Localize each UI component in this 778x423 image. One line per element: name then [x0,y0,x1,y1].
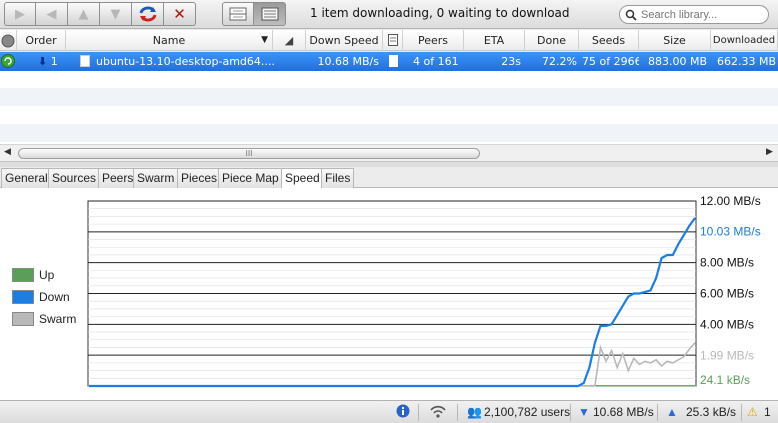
torrent-table-header: Order Name ▼ ◢ Down Speed Peers ETA Done… [0,30,778,51]
wifi-icon[interactable] [430,404,446,421]
current-value-label-up: 24.1 kB/s [700,373,750,387]
sort-desc-icon: ▼ [261,35,268,45]
search-icon [625,9,637,21]
refresh-button[interactable] [132,2,164,26]
tab-peers[interactable]: Peers [98,168,138,188]
downloaded-cell: 662.33 MB [716,55,776,68]
status-header-icon [1,34,15,48]
list-view-icon [261,7,278,21]
scroll-right-icon[interactable]: ▶ [766,147,773,157]
move-up-button[interactable]: ▲ [68,2,100,26]
empty-row [0,88,778,106]
downloading-status-icon [1,54,15,68]
panel-view-icon [229,7,247,21]
tab-speed[interactable]: Speed [281,168,324,189]
play-icon: ▶ [15,6,25,22]
downloaded-column-header[interactable]: Downloaded [711,30,778,51]
eta-column-header[interactable]: ETA [464,30,525,51]
label-column-header[interactable] [383,30,403,51]
done-column-header[interactable]: Done [525,30,579,51]
speed-chart: 12.00 MB/s 8.00 MB/s 6.00 MB/s 4.00 MB/s 10.… [87,194,761,388]
empty-row [0,124,778,142]
tab-piece-map[interactable]: Piece Map [218,168,283,188]
y-tick-label: 6.00 MB/s [700,287,754,301]
peers-column-header[interactable]: Peers [403,30,464,51]
tab-swarm[interactable]: Swarm [133,168,179,188]
scroll-thumb-grip: III [245,149,253,158]
name-header-label: Name [152,34,186,47]
status-bar: 👥 2,100,782 users ▼ 10.68 MB/s ▲ 25.3 kB… [0,400,778,423]
users-icon: 👥 [467,405,482,419]
upload-speed-status: 25.3 kB/s [686,405,737,419]
search-box[interactable] [619,5,769,24]
tab-general[interactable]: General [1,168,52,188]
info-icon[interactable] [396,404,410,421]
tab-sources[interactable]: Sources [48,168,101,188]
alert-count: 1 [764,405,771,419]
eta-cell: 23s [501,55,521,68]
size-cell: 883.00 MB [647,55,707,68]
download-speed-icon: ▼ [578,405,590,419]
search-input[interactable] [641,8,761,21]
label-cell [389,52,399,71]
transfer-controls: ▶ ◀ ▲ ▼ ✕ [4,2,196,26]
seeds-column-header[interactable]: Seeds [579,30,639,51]
size-column-header[interactable]: Size [639,30,711,51]
status-column-header[interactable] [0,30,17,51]
download-speed-status: 10.68 MB/s [593,405,654,419]
down-speed-column-header[interactable]: Down Speed [306,30,383,51]
tab-pieces[interactable]: Pieces [177,168,222,188]
rss-column-header[interactable]: ◢ [273,30,306,51]
y-tick-label: 12.00 MB/s [700,194,761,208]
seeds-cell: 75 of 2966 [582,55,639,68]
upload-speed-icon: ▲ [666,405,678,419]
scroll-left-icon[interactable]: ◀ [4,147,11,157]
table-row[interactable]: ⬇ 1 ubuntu-13.10-desktop-amd64.... 10.68… [0,52,778,71]
blank-document-icon [389,55,398,67]
y-tick-label: 8.00 MB/s [700,256,754,270]
order-cell: ⬇ 1 [38,55,58,68]
current-value-label-swarm: 1.99 MB/s [700,348,754,362]
done-cell: 72.2% [542,55,577,68]
warning-icon[interactable]: ⚠ [747,405,758,419]
toolbar: ▶ ◀ ▲ ▼ ✕ 1 item downloading, 0 waiting … [0,0,778,29]
name-column-header[interactable]: Name ▼ [66,30,273,51]
current-value-label-down: 10.03 MB/s [700,224,761,238]
down-icon: ▼ [110,6,121,22]
move-down-button[interactable]: ▼ [100,2,132,26]
play-button[interactable]: ▶ [4,2,36,26]
back-button[interactable]: ◀ [36,2,68,26]
users-count: 2,100,782 users [484,405,571,419]
rss-icon: ◢ [284,34,294,47]
name-cell: ubuntu-13.10-desktop-amd64.... [80,52,274,71]
stop-icon: ✕ [173,5,186,23]
back-icon: ◀ [46,6,57,22]
down-speed-cell: 10.68 MB/s [317,55,379,68]
refresh-icon [139,6,156,22]
download-status-text: 1 item downloading, 0 waiting to downloa… [310,6,570,20]
scroll-thumb[interactable]: III [18,148,480,159]
peers-cell: 4 of 161 [413,55,459,68]
document-icon [387,34,398,46]
file-icon [80,55,90,67]
detail-view-button[interactable] [222,2,254,26]
list-view-button[interactable] [254,2,286,26]
view-toggle [222,2,286,26]
status-cell [1,52,17,71]
stop-button[interactable]: ✕ [164,2,196,26]
tab-files[interactable]: Files [321,168,355,188]
order-column-header[interactable]: Order [17,30,66,51]
down-arrow-icon: ⬇ [38,55,48,68]
speed-panel: Up Down Swarm 12.00 MB/s 8.00 MB/s 6.00 MB… [0,188,778,400]
y-tick-label: 4.00 MB/s [700,317,754,331]
up-icon: ▲ [78,6,89,22]
horizontal-scrollbar[interactable]: ◀ III ▶ [0,144,778,161]
detail-tabs: General Sources Peers Swarm Pieces Piece… [0,167,778,189]
